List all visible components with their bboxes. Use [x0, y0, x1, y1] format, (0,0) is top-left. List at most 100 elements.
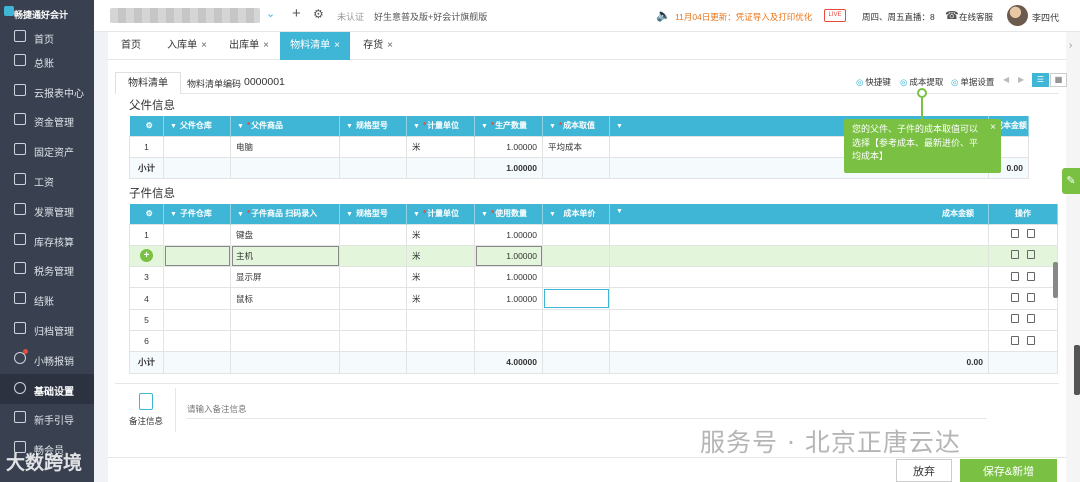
- sidebar-item-invoice[interactable]: 发票管理: [0, 195, 94, 225]
- col-unit-cost[interactable]: ▼ 成本单价: [542, 204, 610, 224]
- close-icon[interactable]: ×: [263, 40, 269, 51]
- cell-product[interactable]: 显示屏: [230, 266, 340, 289]
- cell-unit-cost[interactable]: [542, 223, 610, 246]
- company-name-blurred[interactable]: [110, 8, 260, 23]
- sidebar-item-reports[interactable]: 云报表中心: [0, 76, 94, 106]
- col-spec[interactable]: ▼ 规格型号: [339, 116, 407, 136]
- cell-cost-method[interactable]: 平均成本: [542, 135, 610, 158]
- cell-qty[interactable]: 1.00000: [474, 266, 543, 289]
- column-settings-icon[interactable]: ⚙: [129, 204, 164, 224]
- cell-warehouse[interactable]: [163, 223, 231, 246]
- page-scrollbar[interactable]: [1074, 345, 1080, 395]
- product-edition[interactable]: 好生意普及版+好会计旗舰版: [374, 10, 487, 23]
- copy-icon[interactable]: [1027, 271, 1035, 281]
- tab-home[interactable]: 首页: [108, 32, 154, 60]
- copy-icon[interactable]: [1027, 314, 1035, 324]
- col-parent-product[interactable]: ▼ *父件商品: [230, 116, 340, 136]
- online-service-link[interactable]: 在线客服: [959, 11, 993, 23]
- tab-stock[interactable]: 存货 ×: [356, 32, 400, 60]
- add-icon[interactable]: +: [292, 5, 301, 22]
- cost-fetch-button[interactable]: ◎ 成本提取: [900, 76, 943, 88]
- close-icon[interactable]: ×: [334, 40, 340, 51]
- copy-icon[interactable]: [1027, 229, 1035, 239]
- cell-spec[interactable]: [339, 287, 407, 310]
- sidebar-item-salary[interactable]: 工资: [0, 165, 94, 195]
- cell-product[interactable]: 键盘: [230, 223, 340, 246]
- scan-entry-link[interactable]: 扫码录入: [285, 209, 317, 218]
- cell-unit-cost[interactable]: [542, 266, 610, 289]
- delete-icon[interactable]: [1011, 293, 1019, 303]
- notes-input[interactable]: [187, 404, 987, 414]
- close-icon[interactable]: ×: [201, 40, 207, 51]
- tab-bom[interactable]: 物料清单 ×: [280, 32, 350, 60]
- abandon-button[interactable]: 放弃: [896, 459, 952, 482]
- cell-unit[interactable]: 米: [406, 223, 475, 246]
- delete-icon[interactable]: [1011, 314, 1019, 324]
- cell-unit[interactable]: 米: [406, 266, 475, 289]
- doc-settings-button[interactable]: ◎ 单据设置: [951, 76, 994, 88]
- col-child-product[interactable]: ▼ *子件商品 扫码录入: [230, 204, 340, 224]
- delete-icon[interactable]: [1011, 250, 1019, 260]
- copy-icon[interactable]: [1027, 293, 1035, 303]
- table-row[interactable]: 3 显示屏 米 1.00000: [129, 266, 1058, 289]
- next-record-icon[interactable]: ▶: [1018, 75, 1024, 84]
- cell-warehouse[interactable]: [163, 266, 231, 289]
- update-notice[interactable]: 11月04日更新：凭证导入及打印优化: [675, 11, 812, 23]
- col-cost-method[interactable]: ▼ *成本取值: [542, 116, 610, 136]
- col-usage-qty[interactable]: ▼ *使用数量: [474, 204, 543, 224]
- table-row-active[interactable]: + 主机 米 1.00000: [129, 244, 1058, 268]
- col-parent-warehouse[interactable]: ▼ 父件仓库: [163, 116, 231, 136]
- card-view-icon[interactable]: ▦: [1050, 73, 1067, 87]
- sidebar-item-settings[interactable]: 基础设置: [0, 374, 94, 404]
- close-icon[interactable]: ×: [387, 40, 393, 51]
- cell-unit-cost-focused[interactable]: [542, 287, 610, 310]
- cell-warehouse[interactable]: [163, 135, 231, 158]
- cell-unit-cost[interactable]: [542, 244, 610, 268]
- sidebar-item-funds[interactable]: 资金管理: [0, 105, 94, 135]
- cell-qty[interactable]: 1.00000: [474, 223, 543, 246]
- cell-product[interactable]: 鼠标: [230, 287, 340, 310]
- cell-spec[interactable]: [339, 223, 407, 246]
- copy-icon[interactable]: [1027, 250, 1035, 260]
- cell-qty[interactable]: 1.00000: [474, 135, 543, 158]
- username[interactable]: 李四代: [1032, 11, 1059, 24]
- col-cost-amount[interactable]: ▼ 成本金额: [609, 204, 989, 224]
- cell-spec[interactable]: [339, 244, 407, 268]
- table-row[interactable]: 1 键盘 米 1.00000: [129, 223, 1058, 246]
- live-schedule[interactable]: 周四、周五直播：8: [862, 11, 935, 23]
- sidebar-item-assets[interactable]: 固定资产: [0, 135, 94, 165]
- sidebar-item-closing[interactable]: 结账: [0, 284, 94, 314]
- add-row-icon[interactable]: +: [140, 249, 153, 263]
- cell-unit[interactable]: 米: [406, 287, 475, 310]
- table-row[interactable]: 5: [129, 308, 1058, 331]
- sidebar-item-reimburse[interactable]: 小畅报销: [0, 344, 94, 374]
- cell-product[interactable]: 电脑: [230, 135, 340, 158]
- chevron-down-icon[interactable]: ⌄: [266, 7, 275, 20]
- copy-icon[interactable]: [1027, 335, 1035, 345]
- sidebar-item-inventory[interactable]: 库存核算: [0, 225, 94, 255]
- sidebar-item-guide[interactable]: 新手引导: [0, 403, 94, 433]
- add-row-cell[interactable]: +: [129, 244, 164, 268]
- cell-qty[interactable]: 1.00000: [474, 244, 543, 268]
- column-settings-icon[interactable]: ⚙: [129, 116, 164, 136]
- cert-status[interactable]: 未认证: [337, 10, 364, 23]
- sidebar-item-tax[interactable]: 税务管理: [0, 254, 94, 284]
- cell-unit[interactable]: 米: [406, 135, 475, 158]
- col-child-warehouse[interactable]: ▼ 子件仓库: [163, 204, 231, 224]
- save-and-new-button[interactable]: 保存&新增: [960, 459, 1057, 482]
- tab-outbound[interactable]: 出库单 ×: [220, 32, 278, 60]
- bom-code-value[interactable]: 0000001: [244, 76, 285, 88]
- cell-qty[interactable]: 1.00000: [474, 287, 543, 310]
- close-icon[interactable]: ×: [990, 121, 996, 135]
- sidebar-item-ledger[interactable]: 总账: [0, 46, 94, 76]
- cell-product[interactable]: 主机: [230, 244, 340, 268]
- list-view-icon[interactable]: ☰: [1032, 73, 1049, 87]
- col-unit[interactable]: ▼ *计量单位: [406, 116, 475, 136]
- col-spec[interactable]: ▼ 规格型号: [339, 204, 407, 224]
- col-production-qty[interactable]: ▼ *生产数量: [474, 116, 543, 136]
- tab-inbound[interactable]: 入库单 ×: [158, 32, 216, 60]
- delete-icon[interactable]: [1011, 271, 1019, 281]
- prev-record-icon[interactable]: ◀: [1003, 75, 1009, 84]
- col-unit[interactable]: ▼ *计量单位: [406, 204, 475, 224]
- delete-icon[interactable]: [1011, 335, 1019, 345]
